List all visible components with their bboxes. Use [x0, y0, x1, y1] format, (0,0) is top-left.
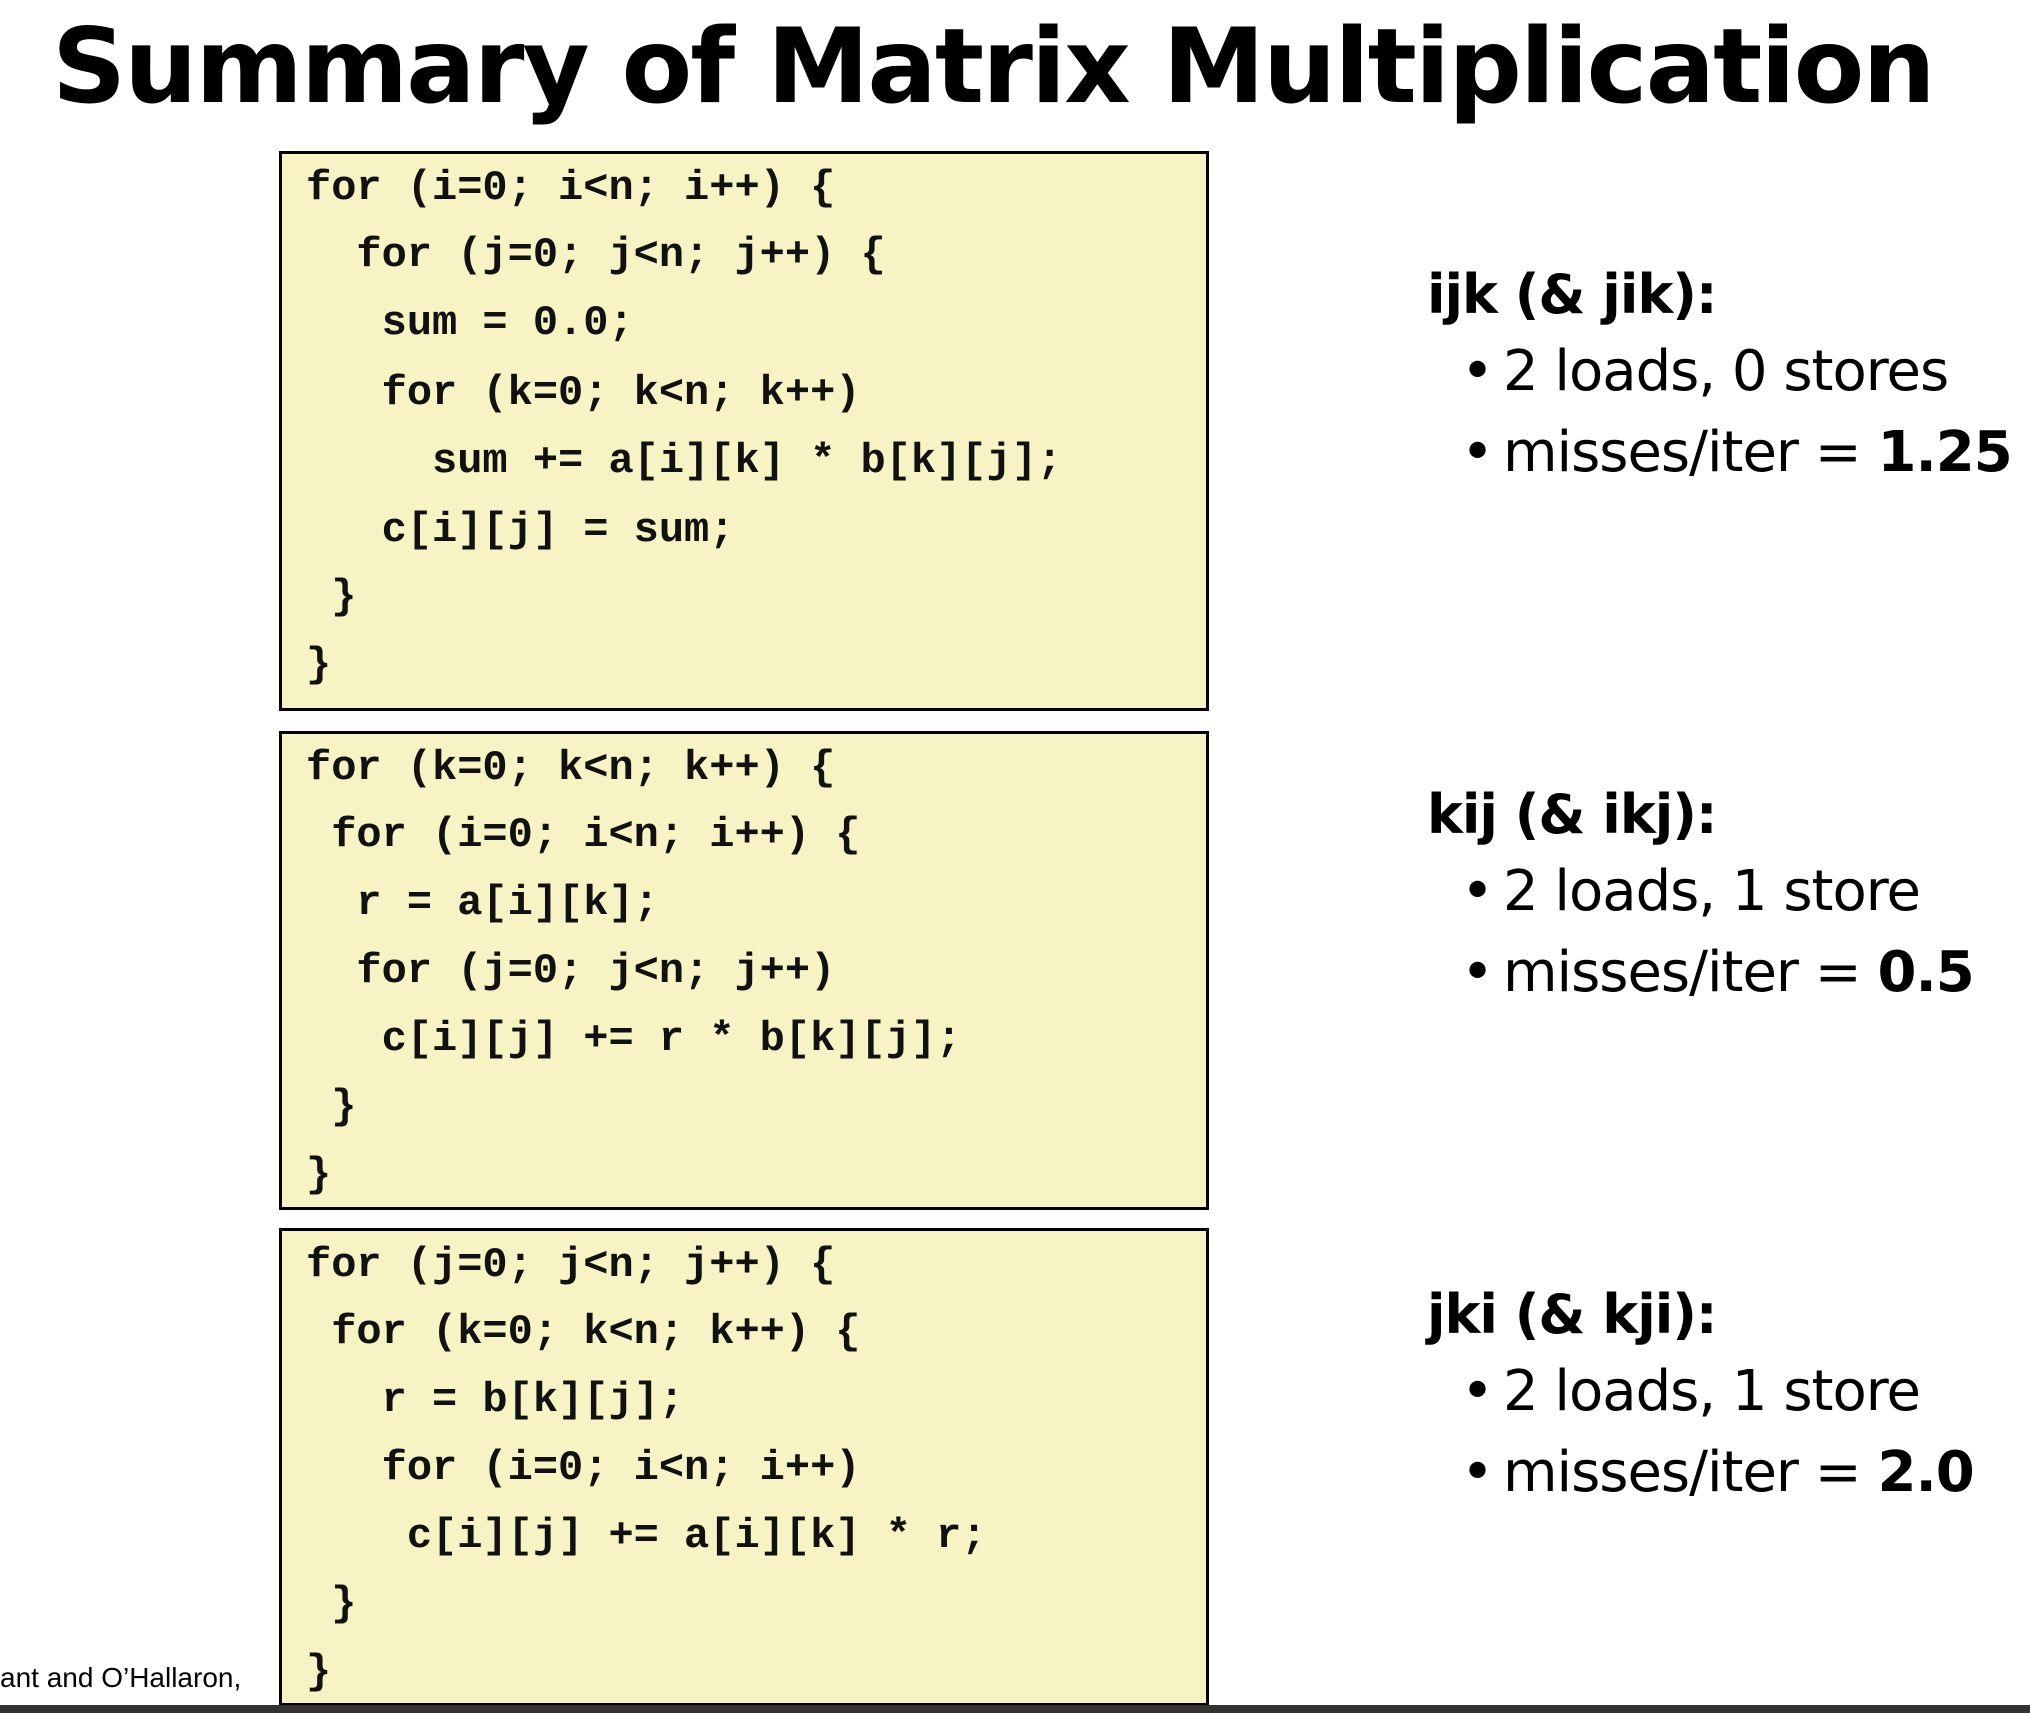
bullet-icon: •	[1461, 339, 1494, 404]
code-line: sum = 0.0;	[306, 299, 634, 347]
code-line: c[i][j] += r * b[k][j];	[306, 1015, 962, 1063]
bullet-text: 2 loads, 0 stores	[1503, 339, 1949, 404]
bullet-icon: •	[1461, 940, 1494, 1005]
summary-heading: ijk (& jik):	[1427, 263, 1718, 326]
code-block-kij: for (k=0; k<n; k++) { for (i=0; i<n; i++…	[279, 731, 1209, 1210]
code-line: sum += a[i][k] * b[k][j];	[306, 437, 1063, 485]
code-line: }	[306, 641, 332, 689]
code-line: for (i=0; i<n; i++) {	[306, 811, 861, 859]
summary-bullet: • misses/iter = 2.0	[1461, 1440, 1975, 1505]
code-line: for (i=0; i<n; i++) {	[306, 164, 836, 212]
code-line: }	[306, 1648, 332, 1696]
misses-value: 0.5	[1877, 940, 1974, 1005]
code-line: for (j=0; j<n; j++) {	[306, 1241, 836, 1289]
summary-ijk: ijk (& jik): • 2 loads, 0 stores • misses/…	[1427, 263, 2013, 481]
summary-bullet: • 2 loads, 1 store	[1461, 859, 1921, 924]
misses-value: 1.25	[1877, 420, 2012, 485]
bullet-icon: •	[1461, 859, 1494, 924]
code-line: for (k=0; k<n; k++) {	[306, 1308, 861, 1356]
code-line: for (k=0; k<n; k++) {	[306, 744, 836, 792]
code-line: }	[306, 573, 357, 621]
summary-bullet: • 2 loads, 1 store	[1461, 1359, 1921, 1424]
summary-bullet: • misses/iter = 1.25	[1461, 420, 2013, 485]
bullet-text: 2 loads, 1 store	[1503, 859, 1921, 924]
footer-credit: ant and O’Hallaron,	[0, 1662, 242, 1693]
code-line: r = b[k][j];	[306, 1376, 685, 1424]
code-line: }	[306, 1083, 357, 1131]
summary-bullet: • misses/iter = 0.5	[1461, 940, 1975, 1005]
summary-bullet: • 2 loads, 0 stores	[1461, 339, 1949, 404]
bullet-text: misses/iter =	[1503, 420, 1878, 485]
summary-heading: kij (& ikj):	[1427, 783, 1718, 846]
code-line: }	[306, 1151, 332, 1199]
code-line: c[i][j] += a[i][k] * r;	[306, 1512, 987, 1560]
code-line: }	[306, 1580, 357, 1628]
code-line: r = a[i][k];	[306, 879, 659, 927]
code-line: c[i][j] = sum;	[306, 506, 735, 554]
code-line: for (k=0; k<n; k++)	[306, 369, 861, 417]
bullet-text: 2 loads, 1 store	[1503, 1359, 1921, 1424]
summary-jki: jki (& kji): • 2 loads, 1 store • misses/i…	[1427, 1283, 1975, 1501]
code-line: for (i=0; i<n; i++)	[306, 1444, 861, 1492]
bullet-text: misses/iter =	[1503, 1440, 1878, 1505]
page-title: Summary of Matrix Multiplication	[52, 7, 1936, 127]
bottom-bar	[0, 1705, 2030, 1713]
bullet-text: misses/iter =	[1503, 940, 1878, 1005]
code-line: for (j=0; j<n; j++)	[306, 947, 836, 995]
bullet-icon: •	[1461, 1440, 1494, 1505]
summary-kij: kij (& ikj): • 2 loads, 1 store • misses/i…	[1427, 783, 1975, 1001]
summary-heading: jki (& kji):	[1427, 1283, 1718, 1346]
bullet-icon: •	[1461, 1359, 1494, 1424]
code-block-ijk: for (i=0; i<n; i++) { for (j=0; j<n; j++…	[279, 151, 1209, 711]
code-block-jki: for (j=0; j<n; j++) { for (k=0; k<n; k++…	[279, 1228, 1209, 1706]
misses-value: 2.0	[1877, 1440, 1974, 1505]
code-line: for (j=0; j<n; j++) {	[306, 231, 886, 279]
bullet-icon: •	[1461, 420, 1494, 485]
